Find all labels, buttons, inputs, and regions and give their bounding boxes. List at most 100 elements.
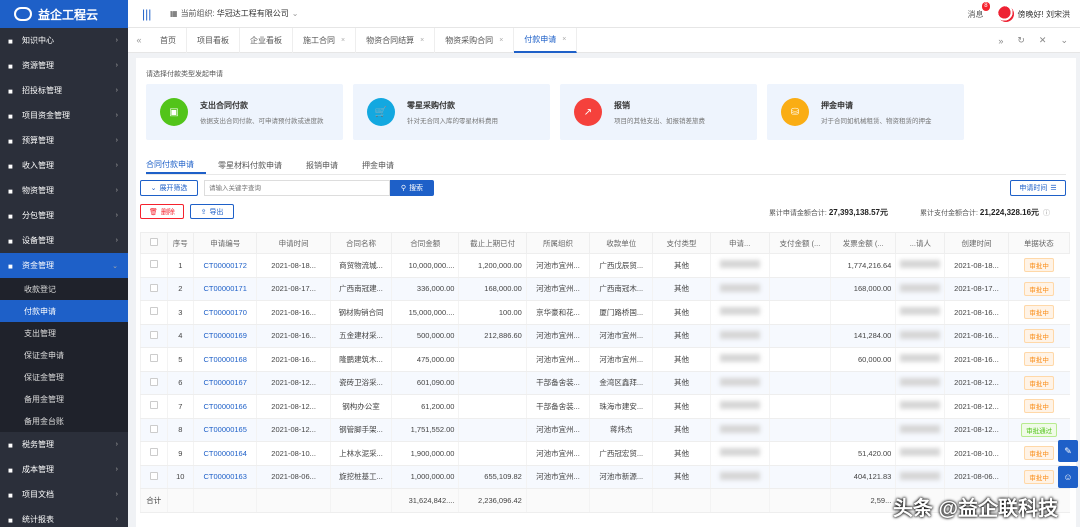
table-row[interactable]: 5 CT00000168 2021-08-16... 隆鹏建筑木... 475,000.… <box>140 347 1070 372</box>
sidebar-subitem[interactable]: 保证金申请 <box>0 344 128 366</box>
sub-tab[interactable]: 合同付款申请 <box>146 156 206 174</box>
column-header[interactable]: 截止上期已付 <box>458 232 527 254</box>
application-code-link[interactable]: CT00000167 <box>193 371 257 395</box>
sub-tab[interactable]: 押金申请 <box>350 156 406 174</box>
feedback-icon[interactable]: ✎ <box>1058 440 1078 462</box>
column-header[interactable]: 申请编号 <box>193 232 258 254</box>
sidebar-item[interactable]: ■ 知识中心 › <box>0 28 128 53</box>
application-code-link[interactable]: CT00000170 <box>193 300 257 325</box>
contact-icon[interactable]: ☺ <box>1058 466 1078 488</box>
close-icon[interactable]: ✕ <box>1039 35 1047 46</box>
tabs-scroll-left-icon[interactable]: « <box>128 35 150 45</box>
brand-logo[interactable]: 益企工程云 <box>0 0 128 28</box>
sidebar-subitem[interactable]: 收款登记 <box>0 278 128 300</box>
sidebar-item[interactable]: ■ 物资管理 › <box>0 178 128 203</box>
close-icon[interactable]: × <box>562 36 566 43</box>
tab[interactable]: 付款申请 × <box>514 27 578 53</box>
sub-tab[interactable]: 零星材料付款申请 <box>206 156 294 174</box>
column-header[interactable]: 合同名称 <box>329 232 393 254</box>
close-icon[interactable]: × <box>420 37 424 44</box>
apply-time-sort-button[interactable]: 申请时间 ☰ <box>1010 180 1066 196</box>
column-header[interactable]: ...请人 <box>895 232 946 254</box>
menu-toggle-icon[interactable]: ||| <box>142 7 156 21</box>
column-header[interactable]: 申请时间 <box>256 232 331 254</box>
sidebar-subitem[interactable]: 付款申请 <box>0 300 128 322</box>
application-code-link[interactable]: CT00000168 <box>193 347 257 372</box>
tab[interactable]: 企业看板 <box>240 27 293 53</box>
column-header[interactable]: 申请... <box>709 232 770 254</box>
sidebar-subitem[interactable]: 支出管理 <box>0 322 128 344</box>
expand-filter-button[interactable]: ⌄ 展开筛选 <box>140 180 198 196</box>
table-row[interactable]: 8 CT00000165 2021-08-12... 钢管脚手架... 1,751,55… <box>140 418 1070 442</box>
column-header[interactable]: 支付类型 <box>652 232 711 254</box>
close-icon[interactable]: × <box>341 37 345 44</box>
application-code-link[interactable]: CT00000172 <box>193 253 257 278</box>
table-row[interactable]: 1 CT00000172 2021-08-18... 商贸物流城... 10,000,0… <box>140 253 1070 278</box>
row-checkbox[interactable] <box>140 465 168 489</box>
application-code-link[interactable]: CT00000166 <box>193 394 257 419</box>
row-checkbox[interactable] <box>140 347 168 372</box>
sidebar-item[interactable]: ■ 分包管理 › <box>0 203 128 228</box>
row-checkbox[interactable] <box>140 371 168 395</box>
org-selector[interactable]: ▦ 当前组织: 华冠达工程有限公司 ⌄ <box>170 8 299 19</box>
tab[interactable]: 首页 <box>150 27 187 53</box>
sidebar-item[interactable]: ■ 项目资金管理 › <box>0 103 128 128</box>
sidebar-subitem[interactable]: 备用金管理 <box>0 388 128 410</box>
row-checkbox[interactable] <box>140 324 168 348</box>
sidebar-item[interactable]: ■ 资金管理 ⌄ <box>0 253 128 278</box>
table-row[interactable]: 2 CT00000171 2021-08-17... 广西南冠建... 336,000.… <box>140 277 1070 301</box>
sidebar-subitem[interactable]: 备用金台账 <box>0 410 128 432</box>
application-code-link[interactable]: CT00000165 <box>193 418 257 442</box>
payment-type-card[interactable]: ⛁ 押金申请 对于合同如机械租赁、物资租赁的押金 <box>767 84 964 140</box>
row-checkbox[interactable] <box>140 277 168 301</box>
column-header[interactable]: 所属组织 <box>525 232 591 254</box>
tab[interactable]: 项目看板 <box>187 27 240 53</box>
column-header[interactable]: 支付金额 (... <box>768 232 832 254</box>
sidebar-item[interactable]: ■ 设备管理 › <box>0 228 128 253</box>
application-code-link[interactable]: CT00000171 <box>193 277 257 301</box>
sidebar-item[interactable]: ■ 预算管理 › <box>0 128 128 153</box>
payment-type-card[interactable]: 🛒 零星采购付款 针对无合同入库的零星材料费用 <box>353 84 550 140</box>
search-input[interactable] <box>204 180 390 196</box>
sidebar-subitem[interactable]: 保证金管理 <box>0 366 128 388</box>
search-button[interactable]: ⚲ 搜索 <box>390 180 434 196</box>
tab[interactable]: 物资采购合同 × <box>435 27 515 53</box>
sidebar-item[interactable]: ■ 收入管理 › <box>0 153 128 178</box>
sub-tab[interactable]: 报销申请 <box>294 156 350 174</box>
tab[interactable]: 物资合同结算 × <box>356 27 436 53</box>
table-row[interactable]: 6 CT00000167 2021-08-12... 瓷砖卫浴采... 601,090.… <box>140 371 1070 395</box>
table-row[interactable]: 3 CT00000170 2021-08-16... 钢材购销合同 15,000,000… <box>140 300 1070 325</box>
column-header[interactable]: 创建时间 <box>944 232 1009 254</box>
sidebar-item[interactable]: ■ 项目文档 › <box>0 482 128 507</box>
table-row[interactable]: 9 CT00000164 2021-08-10... 上林水泥采... 1,900,00… <box>140 441 1070 466</box>
application-code-link[interactable]: CT00000163 <box>193 465 257 489</box>
row-checkbox[interactable] <box>140 394 168 419</box>
select-all-checkbox[interactable] <box>140 232 168 254</box>
row-checkbox[interactable] <box>140 300 168 325</box>
payment-type-card[interactable]: ↗ 报销 项目的其他支出、如报销差旅费 <box>560 84 757 140</box>
table-row[interactable]: 4 CT00000169 2021-08-16... 五金建材采... 500,000.… <box>140 324 1070 348</box>
export-button[interactable]: ⇪ 导出 <box>190 204 234 219</box>
application-code-link[interactable]: CT00000164 <box>193 441 257 466</box>
column-header[interactable]: 收款单位 <box>589 232 654 254</box>
avatar[interactable] <box>997 6 1014 22</box>
messages-button[interactable]: 消息 8 <box>968 1 990 20</box>
row-checkbox[interactable] <box>140 253 168 278</box>
delete-button[interactable]: 🗑 删除 <box>140 204 184 219</box>
table-row[interactable]: 7 CT00000166 2021-08-12... 钢构办公室 61,200.00 干部… <box>140 394 1070 419</box>
row-checkbox[interactable] <box>140 441 168 466</box>
sidebar-item[interactable]: ■ 资源管理 › <box>0 53 128 78</box>
row-checkbox[interactable] <box>140 418 168 442</box>
sidebar-item[interactable]: ■ 成本管理 › <box>0 457 128 482</box>
tab[interactable]: 施工合同 × <box>293 27 357 53</box>
table-row[interactable]: 10 CT00000163 2021-08-06... 旋挖桩基工... 1,000,0… <box>140 465 1070 489</box>
sidebar-item[interactable]: ■ 税务管理 › <box>0 432 128 457</box>
column-header[interactable]: 合同金额 <box>391 232 460 254</box>
column-header[interactable]: 发票金额 (... <box>830 232 897 254</box>
sidebar-item[interactable]: ■ 招投标管理 › <box>0 78 128 103</box>
help-icon[interactable]: ⓘ <box>1043 210 1050 217</box>
user-greeting[interactable]: 傍晚好! 刘宋洪 <box>1018 9 1070 20</box>
payment-type-card[interactable]: ▣ 支出合同付款 依据支出合同付款、可申请预付款或进度款 <box>146 84 343 140</box>
column-header[interactable]: 单据状态 <box>1007 232 1071 254</box>
application-code-link[interactable]: CT00000169 <box>193 324 257 348</box>
